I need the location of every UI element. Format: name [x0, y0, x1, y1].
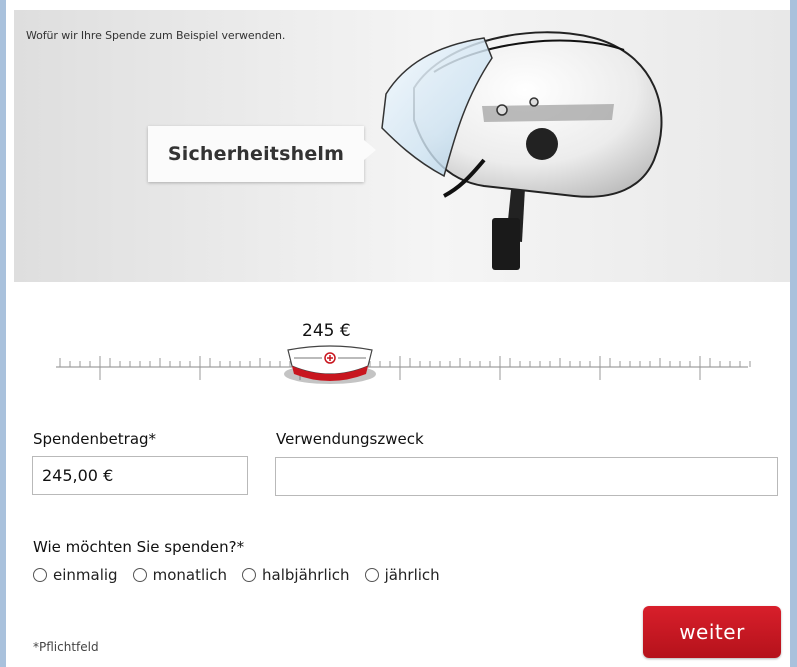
item-label: Sicherheitshelm — [167, 143, 345, 165]
donation-widget: Wofür wir Ihre Spende zum Beispiel verwe… — [6, 0, 790, 667]
radio-label: jährlich — [384, 566, 440, 584]
helmet-image — [381, 31, 663, 270]
radio-halbjaehrlich[interactable]: halbjährlich — [242, 566, 350, 584]
required-note: *Pflichtfeld — [33, 640, 99, 654]
amount-field-label: Spendenbetrag* — [33, 430, 157, 448]
purpose-input[interactable] — [275, 457, 778, 496]
radio-label: halbjährlich — [262, 566, 350, 584]
radio-einmalig[interactable]: einmalig — [33, 566, 118, 584]
radio-monatlich[interactable]: monatlich — [132, 566, 228, 584]
next-button[interactable]: weiter — [643, 606, 781, 658]
amount-slider[interactable] — [52, 336, 752, 386]
item-callout: Sicherheitshelm — [148, 126, 376, 182]
frequency-label: Wie möchten Sie spenden?* — [33, 538, 245, 556]
radio-label: einmalig — [53, 566, 118, 584]
hero-banner: Wofür wir Ihre Spende zum Beispiel verwe… — [14, 10, 790, 282]
slider-ticks — [59, 356, 751, 380]
radio-circle-icon[interactable] — [242, 568, 257, 582]
radio-circle-icon[interactable] — [132, 568, 147, 582]
purpose-field-label: Verwendungszweck — [276, 430, 424, 448]
radio-circle-icon[interactable] — [33, 568, 47, 582]
radio-circle-icon[interactable] — [364, 568, 379, 582]
radio-label: monatlich — [152, 566, 228, 584]
frequency-options: einmalig monatlich halbjährlich jährlich — [33, 566, 440, 584]
radio-jaehrlich[interactable]: jährlich — [364, 566, 440, 584]
slider-handle[interactable] — [284, 345, 376, 384]
amount-input[interactable] — [32, 456, 248, 495]
